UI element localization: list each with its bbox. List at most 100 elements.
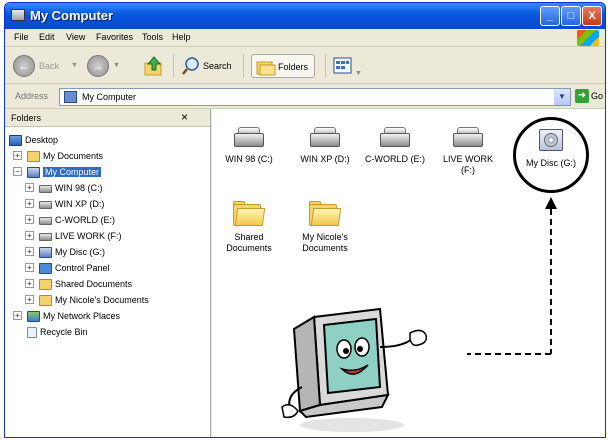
close-button[interactable]: X bbox=[582, 6, 602, 26]
hard-drive-icon bbox=[39, 232, 52, 241]
tree-item-drive-f[interactable]: + LIVE WORK (F:) bbox=[25, 229, 122, 243]
shared-documents-label: Shared Documents bbox=[226, 232, 272, 253]
expand-icon[interactable]: + bbox=[25, 279, 34, 288]
go-arrow-icon[interactable]: ➜ bbox=[575, 89, 589, 103]
expand-icon[interactable]: + bbox=[25, 215, 34, 224]
hard-drive-icon bbox=[453, 127, 483, 149]
forward-arrow-icon: → bbox=[92, 59, 104, 73]
menu-view[interactable]: View bbox=[66, 32, 85, 42]
folder-up-icon bbox=[144, 56, 162, 76]
tree-item-drive-e[interactable]: + C-WORLD (E:) bbox=[25, 213, 115, 227]
drive-c[interactable]: WIN 98 (C:) bbox=[216, 127, 282, 165]
folder-icon bbox=[39, 279, 52, 291]
expand-icon[interactable]: + bbox=[25, 183, 34, 192]
tree-item-drive-d[interactable]: + WIN XP (D:) bbox=[25, 197, 104, 211]
address-bar: Address My Computer ▼ ➜ Go bbox=[5, 85, 605, 109]
control-panel-icon bbox=[39, 263, 52, 275]
tree-item-shared-documents[interactable]: + Shared Documents bbox=[25, 277, 132, 291]
desktop-icon bbox=[9, 135, 22, 147]
menu-file[interactable]: File bbox=[14, 32, 29, 42]
folder-icon bbox=[233, 201, 266, 227]
address-value: My Computer bbox=[82, 92, 137, 102]
back-button[interactable]: ← bbox=[13, 55, 35, 77]
drive-e-label: C-WORLD (E:) bbox=[365, 154, 425, 164]
highlight-circle bbox=[513, 117, 589, 193]
folders-pane-title: Folders bbox=[11, 113, 42, 123]
menu-help[interactable]: Help bbox=[172, 32, 191, 42]
disc-drive-icon bbox=[39, 247, 52, 259]
folder-icon bbox=[309, 201, 342, 227]
tree-item-my-computer[interactable]: − My Computer bbox=[13, 165, 102, 179]
back-arrow-icon: ← bbox=[18, 59, 30, 73]
computer-icon bbox=[27, 167, 40, 179]
drive-d[interactable]: WIN XP (D:) bbox=[292, 127, 358, 165]
folder-shared-documents[interactable]: Shared Documents bbox=[216, 201, 282, 254]
expand-icon[interactable]: + bbox=[25, 263, 34, 272]
toolbar: ← Back ▼ → ▼ Search Folders ▼ bbox=[5, 48, 605, 84]
toolbar-separator bbox=[243, 54, 244, 78]
views-icon bbox=[333, 57, 352, 74]
up-button[interactable] bbox=[143, 55, 165, 77]
drive-f[interactable]: LIVE WORK (F:) bbox=[440, 127, 496, 176]
my-computer-window: My Computer _ □ X File Edit View Favorit… bbox=[4, 2, 606, 438]
drive-d-label: WIN XP (D:) bbox=[300, 154, 350, 164]
expand-icon[interactable]: + bbox=[25, 199, 34, 208]
chevron-down-icon[interactable]: ▼ bbox=[554, 89, 570, 105]
windows-logo-icon bbox=[577, 30, 599, 46]
tree-item-desktop[interactable]: Desktop bbox=[9, 133, 58, 147]
expand-icon[interactable]: + bbox=[25, 231, 34, 240]
drive-e[interactable]: C-WORLD (E:) bbox=[362, 127, 428, 165]
menu-edit[interactable]: Edit bbox=[39, 32, 55, 42]
menu-tools[interactable]: Tools bbox=[142, 32, 163, 42]
drive-c-label: WIN 98 (C:) bbox=[225, 154, 273, 164]
views-button[interactable]: ▼ bbox=[333, 54, 363, 78]
expand-icon[interactable]: + bbox=[25, 247, 34, 256]
address-label: Address bbox=[15, 91, 49, 101]
expand-icon[interactable]: + bbox=[13, 311, 22, 320]
chevron-down-icon[interactable]: ▼ bbox=[71, 62, 78, 69]
folder-nicoles-documents[interactable]: My Nicole's Documents bbox=[292, 201, 358, 254]
window-title: My Computer bbox=[30, 8, 114, 23]
computer-icon bbox=[64, 91, 77, 103]
chevron-down-icon: ▼ bbox=[355, 70, 362, 77]
tree-item-my-documents[interactable]: + My Documents bbox=[13, 149, 103, 163]
forward-button[interactable]: → bbox=[87, 55, 109, 77]
folders-label: Folders bbox=[278, 62, 309, 72]
title-bar[interactable]: My Computer _ □ X bbox=[5, 3, 605, 29]
maximize-button[interactable]: □ bbox=[561, 6, 581, 26]
tree-item-control-panel[interactable]: + Control Panel bbox=[25, 261, 110, 275]
hard-drive-icon bbox=[310, 127, 340, 149]
close-icon[interactable]: × bbox=[181, 110, 188, 124]
documents-icon bbox=[27, 151, 40, 163]
hard-drive-icon bbox=[39, 200, 52, 209]
folders-button[interactable]: Folders bbox=[251, 54, 316, 78]
expand-icon[interactable]: + bbox=[25, 295, 34, 304]
expand-icon[interactable]: + bbox=[13, 151, 22, 160]
hard-drive-icon bbox=[39, 184, 52, 193]
hard-drive-icon bbox=[380, 127, 410, 149]
menu-bar: File Edit View Favorites Tools Help bbox=[5, 29, 605, 47]
go-button[interactable]: Go bbox=[591, 91, 603, 101]
nicoles-documents-label: My Nicole's Documents bbox=[302, 232, 348, 253]
address-input[interactable]: My Computer ▼ bbox=[59, 88, 571, 106]
folders-icon bbox=[256, 61, 276, 76]
search-button[interactable]: Search bbox=[181, 54, 232, 78]
minimize-button[interactable]: _ bbox=[540, 6, 560, 26]
computer-icon bbox=[11, 9, 25, 21]
folder-icon bbox=[39, 295, 52, 307]
tree-item-drive-c[interactable]: + WIN 98 (C:) bbox=[25, 181, 103, 195]
search-label: Search bbox=[203, 61, 232, 71]
tree-item-nicoles-documents[interactable]: + My Nicole's Documents bbox=[25, 293, 149, 307]
drive-f-label: LIVE WORK (F:) bbox=[442, 154, 493, 175]
tree-item-network-places[interactable]: + My Network Places bbox=[13, 309, 120, 323]
menu-favorites[interactable]: Favorites bbox=[96, 32, 133, 42]
tree-item-recycle-bin[interactable]: Recycle Bin bbox=[27, 325, 88, 339]
search-icon bbox=[182, 57, 199, 75]
back-label: Back bbox=[39, 61, 60, 71]
toolbar-separator bbox=[325, 54, 326, 78]
collapse-icon[interactable]: − bbox=[13, 167, 22, 176]
tree-item-drive-g[interactable]: + My Disc (G:) bbox=[25, 245, 105, 259]
chevron-down-icon[interactable]: ▼ bbox=[113, 62, 120, 69]
hard-drive-icon bbox=[234, 127, 264, 149]
monitor-mascot-icon bbox=[281, 307, 428, 432]
